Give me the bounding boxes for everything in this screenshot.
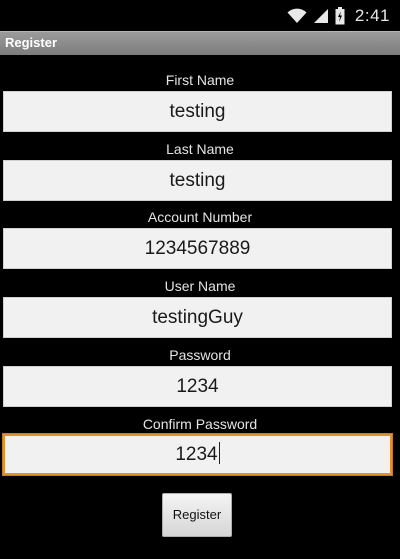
first-name-label: First Name bbox=[165, 72, 235, 88]
password-label: Password bbox=[169, 347, 231, 363]
signal-icon bbox=[313, 8, 329, 24]
user-name-input[interactable]: testingGuy bbox=[3, 297, 392, 338]
confirm-password-label: Confirm Password bbox=[142, 416, 258, 432]
account-number-input[interactable]: 1234567889 bbox=[3, 228, 392, 269]
status-clock: 2:41 bbox=[354, 6, 390, 25]
last-name-input[interactable]: testing bbox=[3, 160, 392, 201]
status-icons: 2:41 bbox=[287, 4, 390, 28]
first-name-input[interactable]: testing bbox=[3, 91, 392, 132]
status-bar: 2:41 bbox=[0, 0, 400, 31]
text-cursor bbox=[218, 442, 220, 464]
screen: 2:41 Register First Name testing Last Na… bbox=[0, 0, 400, 559]
user-name-label: User Name bbox=[164, 278, 236, 294]
confirm-password-value: 1234 bbox=[175, 444, 218, 465]
battery-icon bbox=[335, 7, 345, 25]
confirm-password-input[interactable]: 1234 bbox=[3, 434, 392, 475]
password-input[interactable]: 1234 bbox=[3, 366, 392, 407]
wifi-icon bbox=[287, 8, 307, 24]
app-title: Register bbox=[5, 35, 58, 50]
account-number-label: Account Number bbox=[147, 209, 253, 225]
register-button[interactable]: Register bbox=[162, 493, 232, 537]
title-bar: Register bbox=[0, 31, 400, 55]
last-name-label: Last Name bbox=[166, 141, 234, 157]
